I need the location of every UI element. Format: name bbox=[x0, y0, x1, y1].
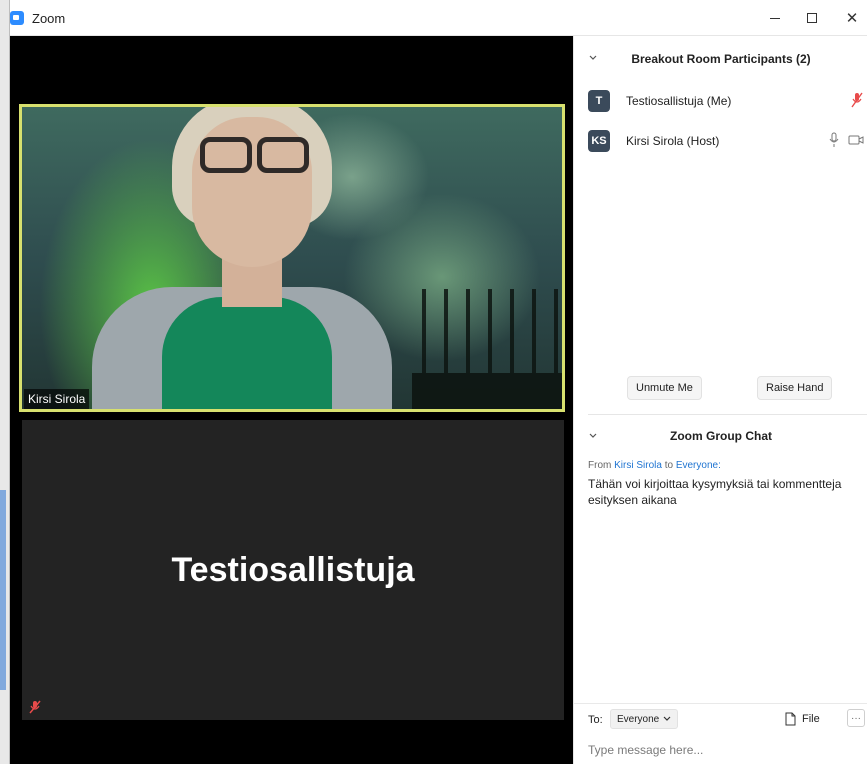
zoom-logo-icon bbox=[10, 11, 24, 25]
participants-header: Breakout Room Participants (2) bbox=[574, 36, 867, 82]
maximize-icon bbox=[807, 13, 817, 23]
participant-status-icons bbox=[850, 92, 864, 108]
mic-muted-icon bbox=[851, 92, 863, 108]
unmute-button[interactable]: Unmute Me bbox=[627, 376, 702, 400]
maximize-button[interactable] bbox=[795, 0, 829, 36]
background-accent bbox=[0, 490, 6, 690]
glasses-left bbox=[200, 137, 252, 173]
more-options-button[interactable]: ··· bbox=[847, 709, 865, 727]
chevron-down-icon bbox=[663, 716, 671, 721]
chat-recipient-link[interactable]: Everyone: bbox=[676, 460, 721, 471]
chat-to-label: to bbox=[664, 460, 674, 471]
title-group: Zoom bbox=[10, 0, 65, 36]
chat-message-meta: From Kirsi Sirola to Everyone: bbox=[588, 460, 721, 471]
minimize-button[interactable] bbox=[758, 0, 792, 36]
participant-name: Testiosallistuja (Me) bbox=[626, 94, 732, 108]
video-camera-icon bbox=[848, 135, 864, 145]
background-window-edge bbox=[0, 0, 10, 764]
participant-row[interactable]: KS Kirsi Sirola (Host) bbox=[588, 128, 864, 154]
chat-from-label: From bbox=[588, 460, 612, 471]
file-button[interactable]: File bbox=[784, 709, 820, 729]
participant-video-feed bbox=[92, 107, 412, 409]
chat-header: Zoom Group Chat bbox=[574, 414, 867, 458]
window-title: Zoom bbox=[32, 10, 66, 26]
chat-sender-link[interactable]: Kirsi Sirola bbox=[614, 460, 662, 471]
file-label: File bbox=[802, 713, 820, 725]
participant-status-icons bbox=[828, 132, 864, 148]
chevron-down-icon[interactable] bbox=[588, 53, 598, 63]
participants-title: Breakout Room Participants (2) bbox=[631, 52, 811, 66]
composer-divider bbox=[574, 703, 867, 704]
background-trees bbox=[412, 289, 562, 409]
title-bar: Zoom ✕ bbox=[10, 0, 867, 36]
mic-muted-icon bbox=[29, 700, 41, 714]
close-icon: ✕ bbox=[845, 10, 859, 27]
shirt-shape bbox=[162, 297, 332, 409]
participant-row[interactable]: T Testiosallistuja (Me) bbox=[588, 88, 864, 114]
recipient-value: Everyone bbox=[617, 713, 660, 725]
video-name-label: Kirsi Sirola bbox=[24, 389, 90, 409]
message-input[interactable] bbox=[588, 740, 858, 760]
minimize-icon bbox=[770, 17, 780, 19]
microphone-icon bbox=[829, 132, 839, 147]
file-icon bbox=[785, 712, 796, 726]
video-tile-kirsi[interactable]: Kirsi Sirola bbox=[19, 104, 565, 412]
video-gallery: Kirsi Sirola Testiosallistuja bbox=[10, 36, 573, 764]
participant-name-display: Testiosallistuja bbox=[171, 550, 415, 589]
chat-title: Zoom Group Chat bbox=[670, 429, 772, 443]
side-panel: Breakout Room Participants (2) T Testios… bbox=[573, 36, 867, 764]
chat-message-text: Tähän voi kirjoittaa kysymyksiä tai komm… bbox=[588, 477, 842, 507]
chevron-down-icon[interactable] bbox=[588, 431, 598, 441]
participant-name: Kirsi Sirola (Host) bbox=[626, 134, 720, 148]
avatar: T bbox=[588, 90, 610, 112]
recipient-select[interactable]: Everyone bbox=[610, 709, 679, 729]
raise-hand-button[interactable]: Raise Hand bbox=[757, 376, 833, 400]
avatar: KS bbox=[588, 130, 610, 152]
close-button[interactable]: ✕ bbox=[835, 0, 867, 36]
to-label: To: bbox=[588, 714, 603, 726]
zoom-window: Zoom ✕ Kirsi Sirola Testiosallistuja Bre… bbox=[0, 0, 867, 764]
glasses-right bbox=[257, 137, 309, 173]
video-tile-testiosallistuja[interactable]: Testiosallistuja bbox=[22, 420, 564, 720]
